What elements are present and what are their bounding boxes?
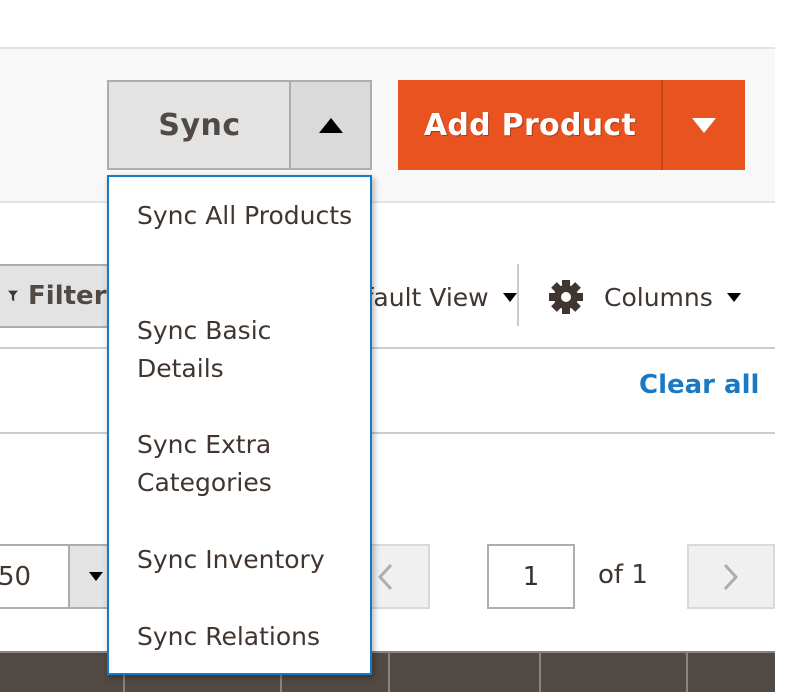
column-divider [686,653,688,692]
sync-button[interactable]: Sync [107,80,290,170]
caret-up-icon [318,117,343,133]
chevron-right-icon [723,563,739,590]
sync-dropdown-menu: Sync All Products Sync Basic Details Syn… [107,175,372,675]
add-product-dropdown-toggle[interactable] [661,80,745,170]
column-divider [388,653,390,692]
column-divider [539,653,541,692]
filters-button[interactable]: Filters [0,264,124,328]
columns-label: Columns [604,282,713,312]
page-total: of 1 [598,560,648,590]
menu-item-sync-all-products[interactable]: Sync All Products [137,197,357,235]
menu-item-sync-basic-details[interactable]: Sync Basic Details [137,312,357,388]
chevron-down-icon [89,572,103,581]
chevron-left-icon [377,563,393,590]
toolbar-divider [517,264,519,326]
page-number-input[interactable]: 1 [487,544,575,609]
chevron-down-icon [502,292,517,302]
per-page-value[interactable]: 50 [0,544,70,609]
per-page-text: 50 [0,561,32,592]
gear-icon [549,280,583,314]
filter-icon [8,290,19,302]
columns-button[interactable]: Columns [548,279,741,315]
clear-all-link[interactable]: Clear all [639,370,759,400]
menu-item-sync-relations[interactable]: Sync Relations [137,618,357,656]
caret-down-icon [692,117,716,133]
add-product-button[interactable]: Add Product [398,80,662,170]
next-page-button[interactable] [687,544,775,609]
page-number-text: 1 [522,561,540,592]
add-product-label: Add Product [423,107,637,143]
top-area [0,0,786,47]
menu-item-sync-inventory[interactable]: Sync Inventory [137,541,357,579]
sync-button-label: Sync [158,107,241,143]
sync-dropdown-toggle[interactable] [289,80,372,170]
chevron-down-icon [726,292,741,302]
menu-item-sync-extra-categories[interactable]: Sync Extra Categories [137,426,357,502]
